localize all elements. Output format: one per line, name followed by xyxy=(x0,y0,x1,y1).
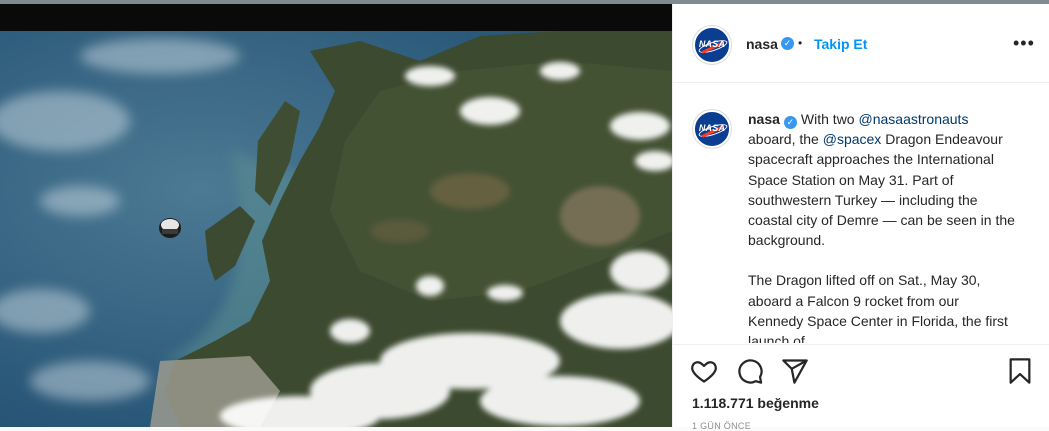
comment-icon[interactable] xyxy=(736,357,764,385)
caption-text-a: With two xyxy=(800,111,855,127)
dragon-capsule xyxy=(159,218,181,238)
mention-link-spacex[interactable]: @spacex xyxy=(823,131,882,147)
post-header: NASA nasa ✓ • Takip Et ••• xyxy=(673,4,1049,83)
caption-scroll-area[interactable]: NASA nasa ✓ With two @nasaastronauts aboar… xyxy=(673,83,1049,343)
caption-text-c: Dragon Endeavour spacecraft approaches t… xyxy=(748,131,1015,249)
header-username[interactable]: nasa xyxy=(746,36,778,52)
action-bar: 1.118.771 beğenme 1 GÜN ÖNCE xyxy=(673,344,1049,431)
likes-count[interactable]: 1.118.771 beğenme xyxy=(692,395,819,411)
mention-link-nasaastronauts[interactable]: @nasaastronauts xyxy=(859,111,969,127)
caption-paragraph-1: nasa ✓ With two @nasaastronauts aboard, th… xyxy=(748,109,1018,250)
verified-badge-icon: ✓ xyxy=(783,116,797,129)
caption-paragraph-2: The Dragon lifted off on Sat., May 30, a… xyxy=(748,272,1008,343)
post-side-panel: NASA nasa ✓ • Takip Et ••• NASA nasa ✓ Wit… xyxy=(672,4,1049,431)
post-timestamp[interactable]: 1 GÜN ÖNCE xyxy=(692,421,751,431)
caption-text: nasa ✓ With two @nasaastronauts aboard, th… xyxy=(748,109,1018,343)
nasa-logo-text: NASA xyxy=(698,39,726,49)
share-icon[interactable] xyxy=(781,357,809,385)
nasa-logo-text: NASA xyxy=(698,123,726,133)
photo-top-band xyxy=(0,4,672,31)
caption-avatar[interactable]: NASA xyxy=(693,110,731,148)
caption-username[interactable]: nasa xyxy=(748,111,780,127)
separator-dot: • xyxy=(798,36,803,50)
bookmark-icon[interactable] xyxy=(1006,357,1034,385)
more-icon[interactable]: ••• xyxy=(1013,33,1035,54)
heart-icon[interactable] xyxy=(690,357,718,385)
post-photo[interactable] xyxy=(0,31,672,427)
follow-button[interactable]: Takip Et xyxy=(814,36,867,52)
verified-badge-icon: ✓ xyxy=(781,37,794,50)
avatar[interactable]: NASA xyxy=(693,26,731,64)
earth-view-image xyxy=(0,31,672,427)
caption-text-b: aboard, the xyxy=(748,131,819,148)
